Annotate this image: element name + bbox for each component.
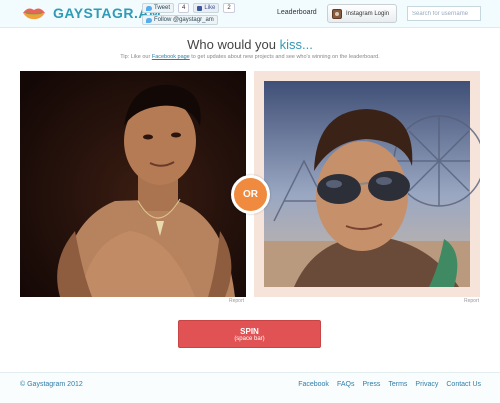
left-photo[interactable] [20,71,246,297]
footer-links: Facebook FAQs Press Terms Privacy Contac… [298,381,481,388]
spin-hint: (space bar) [234,335,265,342]
top-bar: GAYSTAGR.AM Tweet 4 Like 2 Follow @gayst… [0,0,500,28]
twitter-bird-icon [146,17,152,23]
copyright-text: © Gaystagram 2012 [20,381,83,388]
like-count: 2 [223,3,235,13]
tip-suffix: to get updates about new projects and se… [189,54,380,60]
page-title: Who would you kiss... [0,37,500,52]
spin-button[interactable]: SPIN (space bar) [178,320,321,348]
footer-link-faqs[interactable]: FAQs [337,381,355,388]
like-label: Like [204,5,216,11]
tweet-count: 4 [178,3,190,13]
spin-label: SPIN [240,326,259,336]
facebook-thumb-icon [197,5,203,11]
follow-label: Follow @gaystagr_am [154,17,214,23]
tweet-label: Tweet [154,5,171,11]
social-buttons: Tweet 4 Like 2 Follow @gaystagr_am [142,3,235,25]
footer-link-contact[interactable]: Contact Us [446,381,481,388]
tip-prefix: Tip: Like our [120,54,152,60]
follow-button[interactable]: Follow @gaystagr_am [142,15,218,25]
footer-link-terms[interactable]: Terms [388,381,407,388]
report-left-link[interactable]: Report [229,298,244,304]
tip-text: Tip: Like our Facebook page to get updat… [0,54,500,60]
footer: © Gaystagram 2012 Facebook FAQs Press Te… [0,372,500,403]
or-badge: OR [231,175,270,214]
question-keyword: kiss... [279,37,313,52]
instagram-login-label: Instagram Login [346,10,390,17]
right-photo[interactable] [254,71,480,297]
search-input[interactable] [407,6,481,21]
like-button[interactable]: Like [193,3,220,13]
question-prefix: Who would you [187,37,280,52]
instagram-login-button[interactable]: Instagram Login [327,4,397,23]
report-right-link[interactable]: Report [464,298,479,304]
leaderboard-link[interactable]: Leaderboard [277,9,317,16]
facebook-page-link[interactable]: Facebook page [152,54,190,60]
instagram-camera-icon [332,8,342,19]
footer-link-facebook[interactable]: Facebook [298,381,329,388]
footer-link-privacy[interactable]: Privacy [415,381,438,388]
lips-logo-icon[interactable] [22,6,46,20]
footer-link-press[interactable]: Press [362,381,380,388]
tweet-button[interactable]: Tweet [142,3,175,13]
twitter-bird-icon [146,5,152,11]
